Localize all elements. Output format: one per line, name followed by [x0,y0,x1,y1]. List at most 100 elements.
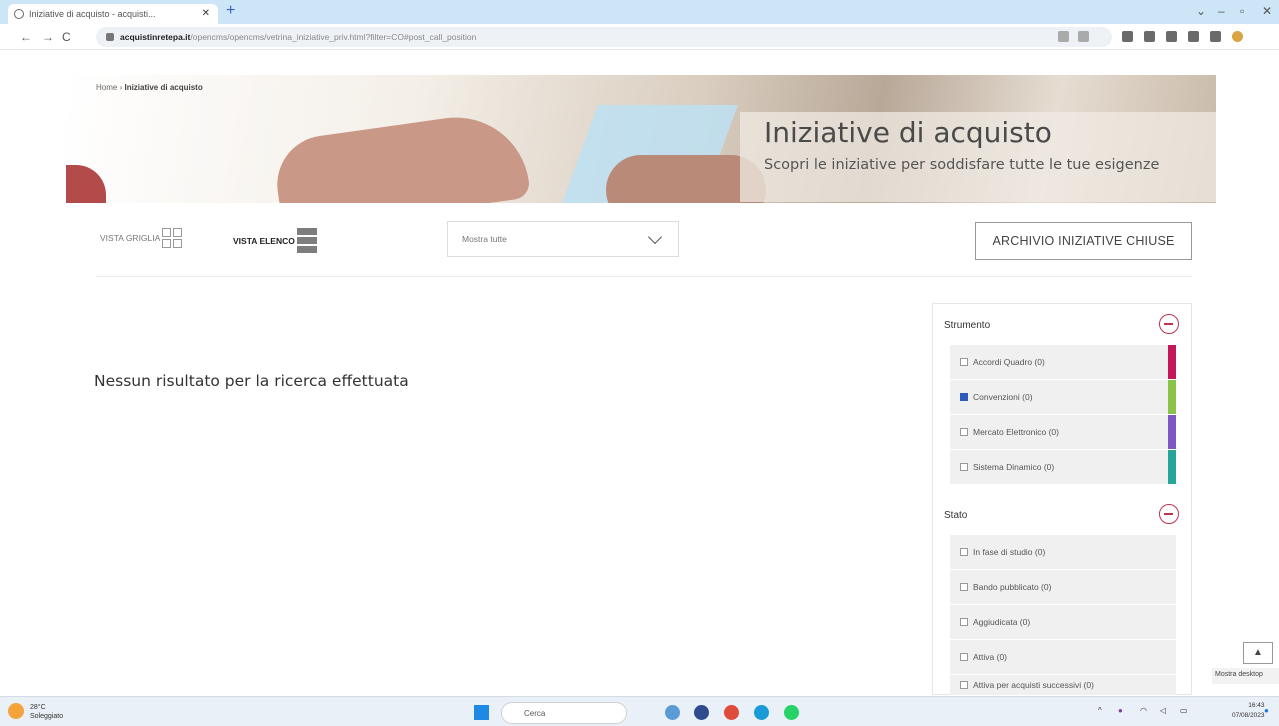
filter-item-label: Attiva (0) [973,652,1008,662]
filter-strumento-title: Strumento [944,320,991,331]
taskbar-search-label: Cerca [524,708,546,718]
chat-icon[interactable] [694,705,709,720]
browser-tab-bar: Iniziative di acquisto - acquisti... ✕ +… [0,0,1279,24]
star-icon[interactable] [1078,31,1089,42]
checkbox[interactable] [960,358,968,366]
hero-image-hand [270,108,532,203]
checkbox[interactable] [960,583,968,591]
share-icon[interactable] [1058,31,1069,42]
edge-icon[interactable] [754,705,769,720]
hero-decoration [66,165,106,203]
hero-banner: Iniziative di acquisto Scopri le iniziat… [66,75,1216,203]
no-result-message: Nessun risultato per la ricerca effettua… [94,372,409,390]
show-desktop-tooltip: Mostra desktop [1212,668,1279,684]
filter-item-label: Convenzioni (0) [973,392,1033,402]
filter-item-attiva-acquisti-successivi[interactable]: Attiva per acquisti successivi (0) [950,675,1176,696]
filter-item-bando-pubblicato[interactable]: Bando pubblicato (0) [950,570,1176,605]
filter-item-accordi-quadro[interactable]: Accordi Quadro (0) [950,345,1176,380]
taskbar: 28°C Soleggiato Cerca ^ ● ◠ ◁ ▭ 16:43 07… [0,696,1279,726]
checkbox-checked[interactable] [960,393,968,401]
new-tab-icon[interactable]: + [226,2,235,20]
collapse-icon[interactable] [1159,504,1179,524]
filter-item-in-fase-di-studio[interactable]: In fase di studio (0) [950,535,1176,570]
checkbox[interactable] [960,428,968,436]
extension-icon[interactable] [1144,31,1155,42]
divider [96,276,1192,277]
checkbox[interactable] [960,548,968,556]
filter-item-aggiudicata[interactable]: Aggiudicata (0) [950,605,1176,640]
breadcrumb: Home › Iniziative di acquisto [96,83,203,92]
notification-icon[interactable]: ● [1264,706,1269,715]
download-icon[interactable] [1188,31,1199,42]
close-icon[interactable]: ✕ [202,8,210,19]
filter-item-sistema-dinamico[interactable]: Sistema Dinamico (0) [950,450,1176,485]
scroll-to-top-button[interactable]: ▲ [1243,642,1273,664]
whatsapp-icon[interactable] [784,705,799,720]
browser-toolbar: ← → C acquistinretepa.it /opencms/opencm… [0,24,1279,50]
archive-button[interactable]: ARCHIVIO INIZIATIVE CHIUSE [975,222,1192,260]
extension-icon[interactable] [1122,31,1133,42]
tab-title: Iniziative di acquisto - acquisti... [29,9,156,19]
globe-icon [14,9,24,19]
breadcrumb-home[interactable]: Home [96,83,117,92]
weather-icon[interactable] [8,703,24,719]
clock-date: 07/08/2023 [1232,712,1265,719]
category-color-bar [1168,415,1176,449]
wifi-icon[interactable]: ◠ [1140,706,1147,715]
volume-icon[interactable]: ◁ [1160,706,1166,715]
weather-temp: 28°C [30,704,46,711]
category-color-bar [1168,345,1176,379]
filter-stato-title: Stato [944,510,968,521]
checkbox[interactable] [960,463,968,471]
filter-item-convenzioni[interactable]: Convenzioni (0) [950,380,1176,415]
window-close-icon[interactable]: ✕ [1262,4,1272,18]
filter-select-value: Mostra tutte [462,234,507,244]
category-color-bar [1168,450,1176,484]
sidepanel-icon[interactable] [1210,31,1221,42]
filter-item-attiva[interactable]: Attiva (0) [950,640,1176,675]
chevron-down-icon [647,229,663,245]
grid-icon [162,228,183,248]
address-bar[interactable]: acquistinretepa.it /opencms/opencms/vetr… [96,27,1112,47]
list-icon [296,228,317,253]
taskbar-clock[interactable]: 16:43 07/08/2023 [1232,701,1265,721]
profile-avatar[interactable] [1232,31,1243,42]
list-view-label: VISTA ELENCO [233,235,295,246]
reload-icon[interactable]: C [62,30,71,44]
minimize-icon[interactable]: – [1218,4,1225,18]
filter-select[interactable]: Mostra tutte [447,221,679,257]
forward-icon[interactable]: → [42,30,54,44]
puzzle-icon[interactable] [1166,31,1177,42]
checkbox[interactable] [960,653,968,661]
filter-item-label: In fase di studio (0) [973,547,1046,557]
list-view-toggle[interactable]: VISTA ELENCO [233,228,317,253]
tray-app-icon[interactable]: ● [1118,706,1123,715]
lock-icon [106,33,114,41]
chrome-icon[interactable] [724,705,739,720]
grid-view-toggle[interactable]: VISTA GRIGLIA [100,228,183,248]
tray-chevron-icon[interactable]: ^ [1098,706,1102,715]
back-icon[interactable]: ← [20,30,32,44]
maximize-icon[interactable]: ▫ [1240,4,1244,18]
weather-widget[interactable]: 28°C Soleggiato [30,703,63,721]
filter-item-label: Accordi Quadro (0) [973,357,1045,367]
category-color-bar [1168,380,1176,414]
filter-item-mercato-elettronico[interactable]: Mercato Elettronico (0) [950,415,1176,450]
browser-tab[interactable]: Iniziative di acquisto - acquisti... ✕ [8,4,218,24]
collapse-icon[interactable] [1159,314,1179,334]
filter-item-label: Attiva per acquisti successivi (0) [973,680,1094,690]
windows-start-icon[interactable] [474,705,489,720]
filter-item-label: Sistema Dinamico (0) [973,462,1055,472]
taskbar-search[interactable]: Cerca [501,702,627,724]
battery-icon[interactable]: ▭ [1180,706,1188,715]
url-host: acquistinretepa.it [120,32,191,42]
app-icon[interactable] [665,705,680,720]
chevron-down-icon[interactable]: ⌄ [1196,4,1206,18]
hero-text-box: Iniziative di acquisto Scopri le iniziat… [740,112,1216,202]
page-title: Iniziative di acquisto [764,116,1052,149]
page-subtitle: Scopri le iniziative per soddisfare tutt… [764,157,1160,173]
grid-view-label: VISTA GRIGLIA [100,233,161,243]
clock-time: 16:43 [1248,702,1265,709]
checkbox[interactable] [960,681,968,689]
checkbox[interactable] [960,618,968,626]
